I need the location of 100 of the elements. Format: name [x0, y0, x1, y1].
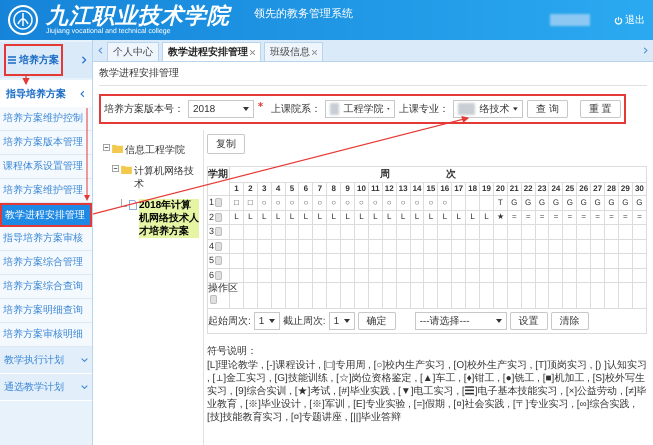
filter-label: 上课专业： [399, 102, 449, 116]
operation-label: 操作区 [208, 283, 238, 295]
schedule-symbol: L [414, 212, 420, 222]
week-number: 3 [257, 182, 272, 196]
menu-item[interactable]: 培养方案维护管理 [0, 179, 92, 203]
schedule-symbol: G [538, 198, 546, 207]
menu-item[interactable]: 培养方案版本管理 [0, 131, 92, 155]
schedule-symbol: ○ [303, 198, 308, 207]
week-number: 11 [368, 182, 382, 196]
schedule-symbol: L [442, 212, 448, 222]
schedule-symbol: □ [234, 198, 239, 207]
schedule-symbol: G [511, 198, 518, 207]
menu-item[interactable]: 培养方案明细查询 [0, 299, 92, 323]
schedule-symbol: G [566, 198, 573, 207]
week-number: 24 [548, 182, 563, 196]
collapse-icon[interactable] [103, 144, 110, 151]
collapse-icon[interactable] [112, 165, 119, 172]
menu-item[interactable]: 教学进程安排管理 [0, 203, 92, 227]
checkbox[interactable] [210, 295, 217, 304]
week-number: 30 [632, 182, 646, 196]
confirm-button[interactable]: 确定 [358, 312, 396, 330]
copy-button[interactable]: 复制 [207, 134, 245, 154]
week-number: 8 [326, 182, 341, 196]
schedule-symbol: = [512, 212, 517, 222]
symbol-select[interactable]: ---请选择--- [414, 312, 507, 330]
schedule-symbol: ○ [414, 198, 420, 207]
reset-button[interactable]: 重 置 [580, 100, 621, 118]
close-icon[interactable] [250, 50, 255, 54]
menu-item[interactable]: 培养方案审核明细 [0, 323, 92, 347]
week-number: 13 [396, 182, 410, 196]
week-number: 16 [438, 182, 452, 196]
checkbox[interactable] [215, 227, 222, 236]
schedule-symbol: ○ [359, 198, 364, 207]
tab[interactable]: 班级信息 [264, 42, 323, 61]
schedule-symbol: ○ [290, 198, 294, 207]
dropdown-arrow-icon [513, 107, 518, 111]
search-button[interactable]: 查 询 [527, 100, 568, 118]
schedule-symbol: L [470, 212, 475, 222]
schedule-symbol: = [623, 212, 628, 222]
schedule-symbol: = [567, 212, 572, 222]
filter-select[interactable]: 工程学院 [325, 100, 395, 118]
end-week-select[interactable]: 1 [328, 312, 355, 330]
tab[interactable]: 个人中心 [107, 42, 159, 61]
week-number: 4 [271, 182, 286, 196]
list-icon [8, 56, 16, 64]
clear-button[interactable]: 清除 [550, 312, 589, 330]
schedule-symbol: L [400, 212, 406, 222]
logo-icon [8, 5, 38, 35]
filter-select[interactable]: 络技术 [453, 100, 523, 118]
filter-select[interactable]: 2018 [188, 100, 254, 118]
week-number: 10 [354, 182, 368, 196]
chevron-icon [81, 356, 88, 364]
week-number: 14 [410, 182, 424, 196]
menu-item[interactable]: 课程体系设置管理 [0, 155, 92, 179]
checkbox[interactable] [215, 256, 222, 266]
schedule-symbol: G [552, 198, 560, 207]
annotation-arrow [22, 75, 30, 86]
schedule-symbol: L [359, 212, 364, 222]
schedule-symbol: L [318, 212, 322, 222]
tab[interactable]: 教学进程安排管理 [162, 42, 261, 61]
checkbox[interactable] [215, 270, 222, 280]
tree-item[interactable]: 信息工程学院 [125, 144, 185, 157]
checkbox[interactable] [215, 242, 222, 251]
schedule-symbol: ○ [345, 198, 350, 207]
schedule-symbol: ○ [400, 198, 406, 207]
schedule-symbol: ○ [262, 198, 267, 207]
schedule-symbol: = [554, 212, 558, 222]
schedule-symbol: ★ [496, 212, 504, 222]
menu-item[interactable]: 培养方案维护控制 [0, 107, 92, 131]
schedule-symbol: G [525, 198, 532, 207]
start-week-select[interactable]: 1 [254, 312, 280, 330]
module-title: 培养方案 [19, 53, 59, 68]
checkbox[interactable] [215, 198, 222, 208]
week-number: 1 [230, 182, 244, 196]
menu-group[interactable]: 指导培养方案 [0, 80, 92, 107]
module-header[interactable]: 培养方案 [0, 42, 92, 78]
week-number: 25 [562, 182, 577, 196]
menu-item[interactable]: 指导培养方案审核 [0, 227, 92, 251]
set-button[interactable]: 设置 [510, 312, 548, 330]
system-name: 领先的教务管理系统 [254, 6, 353, 22]
schedule-symbol: G [594, 198, 601, 207]
checkbox[interactable] [215, 212, 222, 222]
schedule-symbol: L [331, 212, 336, 222]
tree-item[interactable]: 2018年计算机网络技术人才培养方案 [139, 199, 199, 238]
week-number: 6 [298, 182, 313, 196]
close-icon[interactable] [312, 50, 317, 54]
week-number: 2 [243, 182, 258, 196]
schedule-symbol: T [498, 198, 503, 207]
filter-label: 培养方案版本号： [104, 102, 184, 116]
tree-item[interactable]: 计算机网络技术 [134, 165, 199, 191]
schedule-symbol: G [608, 198, 615, 207]
menu-item[interactable]: 培养方案综合查询 [0, 275, 92, 299]
schedule-symbol: ○ [372, 198, 378, 207]
schedule-symbol: = [540, 212, 544, 222]
week-number: 22 [521, 182, 536, 196]
chevron-icon [81, 383, 88, 391]
table-header: 学期 [208, 166, 230, 196]
menu-item[interactable]: 培养方案综合管理 [0, 251, 92, 275]
schedule-symbol: G [580, 198, 587, 207]
schedule-symbol: = [609, 212, 614, 222]
